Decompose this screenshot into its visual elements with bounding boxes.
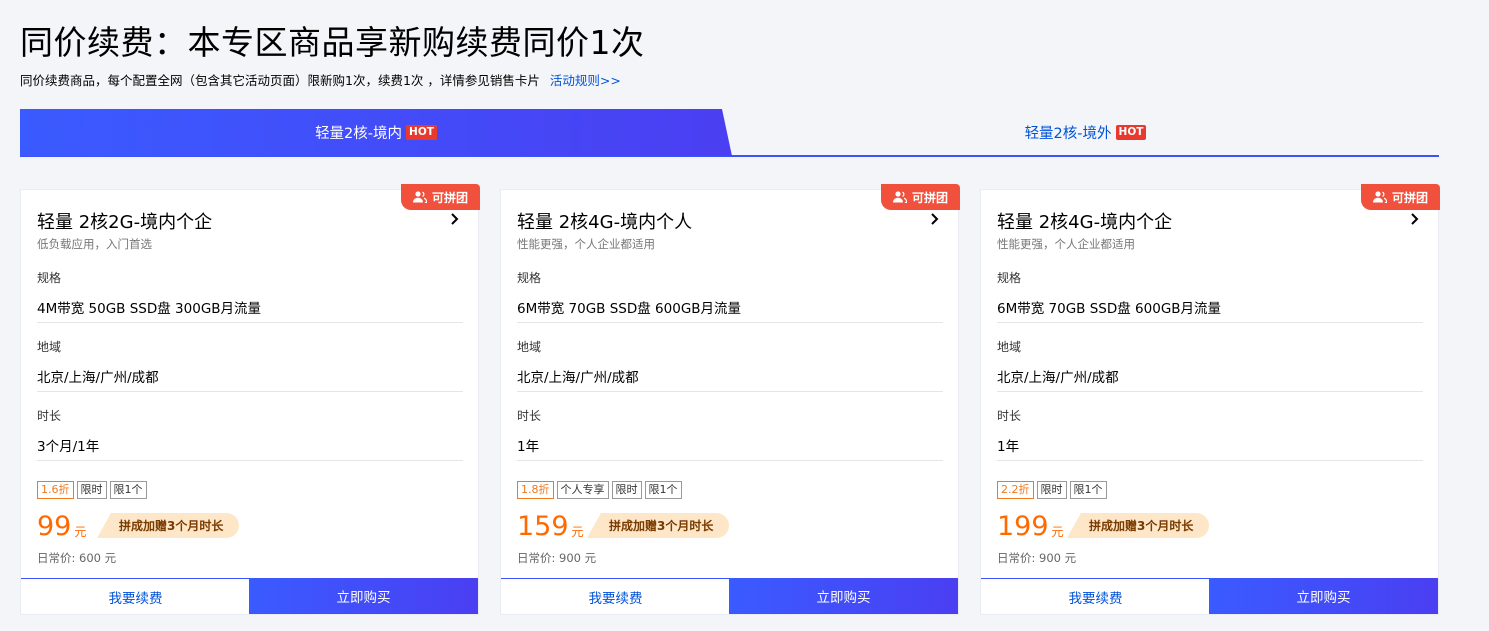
spec-label: 规格: [517, 271, 542, 285]
bonus-ribbon: 拼成加赠3个月时长: [97, 513, 240, 538]
tag: 限时: [76, 481, 107, 499]
duration-label: 时长: [37, 409, 62, 423]
tag: 个人专享: [556, 481, 609, 499]
price-unit: 元: [74, 525, 87, 539]
bonus-ribbon: 拼成加赠3个月时长: [587, 513, 730, 538]
product-card: 可拼团 轻量 2核2G-境内个企 低负载应用，入门首选 规格 4M带宽 50GB…: [20, 184, 480, 615]
tab-label: 轻量2核-境外: [1024, 126, 1112, 142]
divider: [997, 391, 1423, 392]
tag: 限时: [1036, 481, 1067, 499]
rules-link[interactable]: 活动规则>>: [550, 73, 621, 88]
region-value: 北京/上海/广州/成都: [37, 370, 159, 386]
renew-button[interactable]: 我要续费: [501, 578, 730, 614]
chevron-right-icon[interactable]: [450, 212, 460, 226]
daily-price: 日常价: 900 元: [997, 551, 1077, 565]
bonus-ribbon: 拼成加赠3个月时长: [1067, 513, 1210, 538]
page-title: 同价续费：本专区商品享新购续费同价1次: [20, 23, 645, 62]
divider: [37, 391, 463, 392]
people-icon: [1372, 191, 1387, 203]
daily-price: 日常价: 900 元: [517, 551, 597, 565]
card-title[interactable]: 轻量 2核4G-境内个企: [997, 208, 1172, 234]
group-badge-label: 可拼团: [911, 190, 948, 205]
group-badge-label: 可拼团: [1391, 190, 1428, 205]
renew-button[interactable]: 我要续费: [21, 578, 250, 614]
tag-list: 1.6折 限时 限1个: [37, 481, 147, 499]
card-title[interactable]: 轻量 2核4G-境内个人: [517, 208, 692, 234]
region-value: 北京/上海/广州/成都: [517, 370, 639, 386]
daily-price: 日常价: 600 元: [37, 551, 117, 565]
chevron-right-icon[interactable]: [1410, 212, 1420, 226]
subtitle-text: 同价续费商品，每个配置全网（包含其它活动页面）限新购1次，续费1次 ，详情参见销…: [20, 73, 540, 88]
spec-value: 4M带宽 50GB SSD盘 300GB月流量: [37, 301, 262, 317]
group-buy-badge: 可拼团: [401, 184, 480, 210]
price-value: 99: [37, 511, 72, 542]
price-unit: 元: [571, 525, 584, 539]
spec-value: 6M带宽 70GB SSD盘 600GB月流量: [997, 301, 1222, 317]
region-label: 地域: [997, 340, 1022, 354]
tag-list: 1.8折 个人专享 限时 限1个: [517, 481, 682, 499]
tag: 限1个: [109, 481, 147, 499]
group-badge-label: 可拼团: [431, 190, 468, 205]
product-card: 可拼团 轻量 2核4G-境内个人 性能更强，个人企业都适用 规格 6M带宽 70…: [500, 184, 960, 615]
price-unit: 元: [1051, 525, 1064, 539]
divider: [517, 322, 943, 323]
duration-value: 1年: [997, 439, 1020, 455]
duration-label: 时长: [517, 409, 542, 423]
renew-button[interactable]: 我要续费: [981, 578, 1210, 614]
spec-label: 规格: [37, 271, 62, 285]
group-buy-badge: 可拼团: [1361, 184, 1440, 210]
group-buy-badge: 可拼团: [881, 184, 960, 210]
people-icon: [412, 191, 427, 203]
divider: [517, 391, 943, 392]
discount-tag: 1.8折: [517, 481, 554, 499]
card-description: 低负载应用，入门首选: [37, 237, 152, 251]
buy-button[interactable]: 立即购买: [249, 578, 478, 614]
page-subtitle: 同价续费商品，每个配置全网（包含其它活动页面）限新购1次，续费1次 ，详情参见销…: [20, 70, 621, 89]
tab-overseas[interactable]: 轻量2核-境外 HOT: [732, 109, 1439, 156]
tab-domestic[interactable]: 轻量2核-境内 HOT: [20, 109, 732, 156]
chevron-right-icon[interactable]: [930, 212, 940, 226]
tab-label: 轻量2核-境内: [315, 126, 403, 142]
spec-value: 6M带宽 70GB SSD盘 600GB月流量: [517, 301, 742, 317]
duration-value: 3个月/1年: [37, 439, 100, 455]
spec-label: 规格: [997, 271, 1022, 285]
price-row: 159 元: [517, 508, 584, 542]
divider: [517, 460, 943, 461]
tag: 限时: [611, 481, 642, 499]
divider: [37, 322, 463, 323]
card-title[interactable]: 轻量 2核2G-境内个企: [37, 208, 212, 234]
price-row: 199 元: [997, 508, 1064, 542]
buy-button[interactable]: 立即购买: [1209, 578, 1438, 614]
price-value: 199: [997, 511, 1049, 542]
region-label: 地域: [517, 340, 542, 354]
discount-tag: 2.2折: [997, 481, 1034, 499]
region-label: 地域: [37, 340, 62, 354]
price-row: 99 元: [37, 508, 86, 542]
people-icon: [892, 191, 907, 203]
divider: [37, 460, 463, 461]
price-value: 159: [517, 511, 569, 542]
card-description: 性能更强，个人企业都适用: [517, 237, 655, 251]
tab-bar: 轻量2核-境内 HOT 轻量2核-境外 HOT: [20, 109, 1439, 157]
tag: 限1个: [1069, 481, 1107, 499]
hot-badge: HOT: [1115, 125, 1147, 140]
buy-button[interactable]: 立即购买: [729, 578, 958, 614]
card-description: 性能更强，个人企业都适用: [997, 237, 1135, 251]
region-value: 北京/上海/广州/成都: [997, 370, 1119, 386]
discount-tag: 1.6折: [37, 481, 74, 499]
duration-label: 时长: [997, 409, 1022, 423]
divider: [997, 460, 1423, 461]
tag: 限1个: [644, 481, 682, 499]
divider: [997, 322, 1423, 323]
hot-badge: HOT: [406, 125, 437, 140]
product-card: 可拼团 轻量 2核4G-境内个企 性能更强，个人企业都适用 规格 6M带宽 70…: [980, 184, 1440, 615]
tag-list: 2.2折 限时 限1个: [997, 481, 1107, 499]
duration-value: 1年: [517, 439, 540, 455]
